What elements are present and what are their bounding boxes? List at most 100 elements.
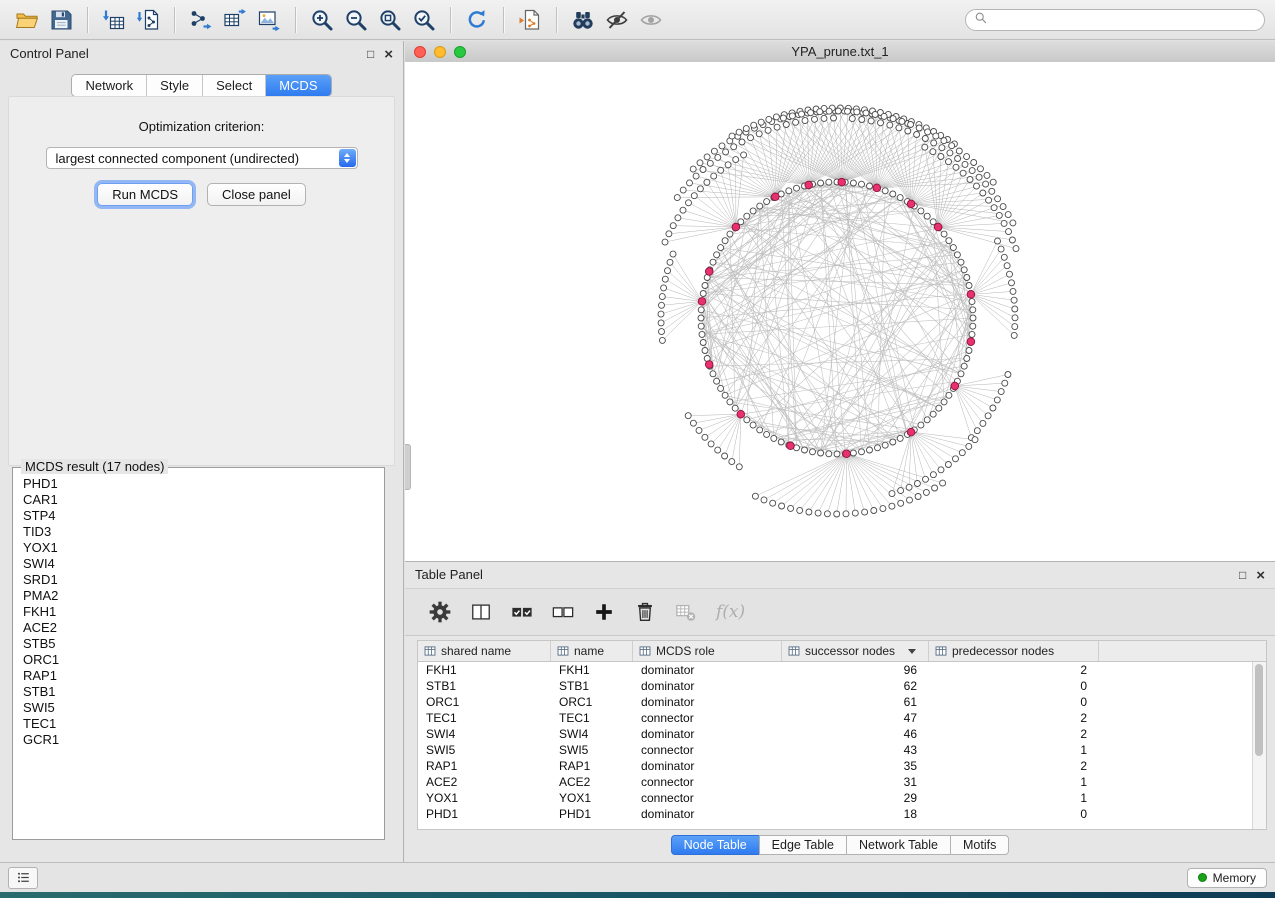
unselect-all-columns-button[interactable]: [550, 599, 576, 625]
optimization-criterion-select[interactable]: largest connected component (undirected): [46, 147, 358, 169]
export-table-button[interactable]: [220, 5, 250, 35]
zoom-selected-button[interactable]: [409, 5, 439, 35]
network-node[interactable]: [933, 133, 939, 139]
table-row[interactable]: ACE2ACE2connector311: [418, 774, 1266, 790]
network-node[interactable]: [698, 323, 704, 329]
network-node[interactable]: [788, 505, 794, 511]
network-node[interactable]: [1002, 380, 1008, 386]
network-node[interactable]: [736, 464, 742, 470]
network-node[interactable]: [941, 399, 947, 405]
float-panel-icon[interactable]: □: [367, 48, 374, 60]
table-scrollbar-thumb[interactable]: [1255, 664, 1263, 756]
network-node[interactable]: [700, 340, 706, 346]
mcds-result-item[interactable]: GCR1: [15, 732, 382, 748]
network-dominator-node[interactable]: [805, 181, 813, 189]
network-node[interactable]: [826, 108, 832, 114]
run-mcds-button[interactable]: Run MCDS: [97, 183, 193, 206]
network-node[interactable]: [974, 428, 980, 434]
network-node[interactable]: [955, 156, 961, 162]
table-tab-motifs[interactable]: Motifs: [950, 835, 1009, 855]
column-header-shared-name[interactable]: shared name: [418, 641, 551, 661]
clone-network-button[interactable]: [515, 5, 545, 35]
network-node[interactable]: [938, 467, 944, 473]
table-row[interactable]: FKH1FKH1dominator962: [418, 662, 1266, 678]
table-row[interactable]: PHD1PHD1dominator180: [418, 806, 1266, 822]
network-node[interactable]: [818, 450, 824, 456]
network-node[interactable]: [680, 187, 686, 193]
mcds-result-item[interactable]: STP4: [15, 508, 382, 524]
network-node[interactable]: [1005, 372, 1011, 378]
refresh-view-button[interactable]: [462, 5, 492, 35]
close-panel-icon[interactable]: ×: [384, 47, 393, 62]
network-node[interactable]: [918, 208, 924, 214]
task-history-button[interactable]: [8, 867, 38, 889]
table-tab-node-table[interactable]: Node Table: [671, 835, 760, 855]
network-node[interactable]: [974, 183, 980, 189]
network-node[interactable]: [890, 191, 896, 197]
network-node[interactable]: [774, 124, 780, 130]
tab-network[interactable]: Network: [72, 75, 147, 96]
network-node[interactable]: [908, 122, 914, 128]
network-node[interactable]: [702, 434, 708, 440]
column-header-successor-nodes[interactable]: successor nodes: [782, 641, 929, 661]
close-table-panel-icon[interactable]: ×: [1256, 568, 1265, 583]
network-node[interactable]: [1012, 306, 1018, 312]
export-network-button[interactable]: [186, 5, 216, 35]
network-node[interactable]: [852, 510, 858, 516]
table-row[interactable]: TEC1TEC1connector472: [418, 710, 1266, 726]
network-node[interactable]: [850, 450, 856, 456]
network-node[interactable]: [882, 188, 888, 194]
network-node[interactable]: [698, 315, 704, 321]
network-node[interactable]: [924, 213, 930, 219]
network-node[interactable]: [930, 411, 936, 417]
mcds-result-item[interactable]: RAP1: [15, 668, 382, 684]
network-node[interactable]: [924, 417, 930, 423]
network-node[interactable]: [946, 392, 952, 398]
mcds-result-item[interactable]: SRD1: [15, 572, 382, 588]
network-node[interactable]: [945, 462, 951, 468]
tab-mcds[interactable]: MCDS: [266, 75, 330, 96]
network-node[interactable]: [771, 435, 777, 441]
network-node[interactable]: [757, 203, 763, 209]
network-node[interactable]: [880, 506, 886, 512]
network-dominator-node[interactable]: [843, 450, 851, 458]
network-node[interactable]: [854, 109, 860, 115]
network-dominator-node[interactable]: [772, 193, 780, 201]
network-node[interactable]: [882, 442, 888, 448]
network-node[interactable]: [907, 497, 913, 503]
network-node[interactable]: [994, 397, 1000, 403]
network-node[interactable]: [674, 195, 680, 201]
column-header-name[interactable]: name: [551, 641, 633, 661]
network-node[interactable]: [898, 488, 904, 494]
network-node[interactable]: [966, 443, 972, 449]
network-node[interactable]: [1001, 254, 1007, 260]
network-dominator-node[interactable]: [787, 442, 795, 450]
network-node[interactable]: [897, 435, 903, 441]
network-node[interactable]: [794, 185, 800, 191]
network-node[interactable]: [729, 133, 735, 139]
network-node[interactable]: [718, 245, 724, 251]
network-node[interactable]: [659, 337, 665, 343]
table-scrollbar[interactable]: [1252, 662, 1266, 829]
table-row[interactable]: SWI4SWI4dominator462: [418, 726, 1266, 742]
network-node[interactable]: [732, 405, 738, 411]
network-node[interactable]: [826, 451, 832, 457]
network-node[interactable]: [868, 118, 874, 124]
network-node[interactable]: [743, 126, 749, 132]
network-node[interactable]: [995, 196, 1001, 202]
network-node[interactable]: [810, 449, 816, 455]
network-node[interactable]: [925, 129, 931, 135]
network-node[interactable]: [964, 356, 970, 362]
network-node[interactable]: [700, 291, 706, 297]
network-node[interactable]: [967, 177, 973, 183]
network-node[interactable]: [714, 252, 720, 258]
network-node[interactable]: [662, 239, 668, 245]
network-node[interactable]: [722, 453, 728, 459]
network-node[interactable]: [859, 449, 865, 455]
network-node[interactable]: [966, 283, 972, 289]
network-node[interactable]: [1010, 288, 1016, 294]
network-node[interactable]: [715, 447, 721, 453]
network-node[interactable]: [680, 207, 686, 213]
network-dominator-node[interactable]: [967, 291, 975, 299]
network-node[interactable]: [989, 188, 995, 194]
